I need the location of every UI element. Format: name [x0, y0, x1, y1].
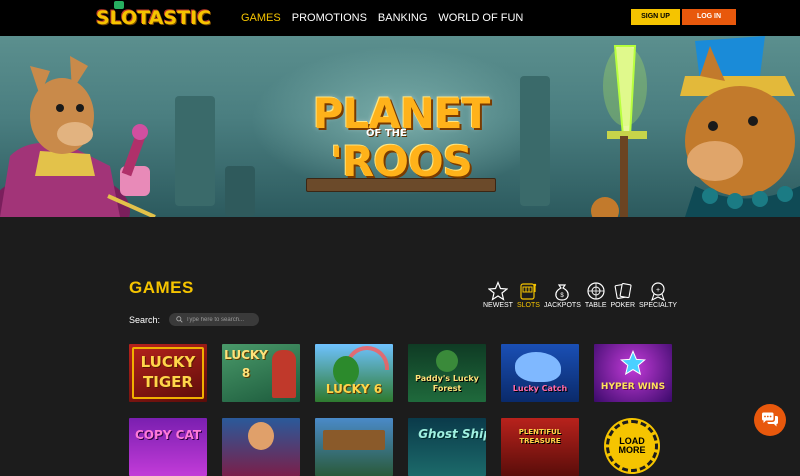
kangaroo-king-right-illustration	[591, 36, 800, 217]
site-logo[interactable]: SLOTASTIC	[96, 1, 211, 31]
tile-character	[272, 350, 296, 398]
game-tile[interactable]	[315, 418, 393, 476]
game-tile-lucky-catch[interactable]: Lucky Catch	[501, 344, 579, 402]
nav-games[interactable]: GAMES	[241, 11, 281, 25]
category-label: NEWEST	[483, 302, 513, 309]
log-in-button[interactable]: LOG IN	[682, 9, 736, 25]
money-bag-icon: $	[555, 284, 570, 301]
leprechaun-hat-icon	[114, 1, 124, 9]
chat-icon	[762, 412, 778, 427]
category-label: TABLE	[584, 302, 607, 309]
category-label: JACKPOTS	[543, 302, 581, 309]
tile-title: HYPER WINS	[600, 382, 666, 392]
tile-title: Paddy's Lucky Forest	[415, 374, 479, 393]
category-label: POKER	[610, 302, 636, 309]
category-jackpots[interactable]: $ JACKPOTS	[544, 281, 581, 310]
category-slots[interactable]: SLOTS	[517, 281, 540, 310]
slot-machine-icon	[520, 283, 537, 300]
specialty-icon: +	[651, 282, 665, 301]
tile-title: PLENTIFUL TREASURE	[518, 428, 562, 445]
game-tile-lucky-tiger[interactable]: LUCKY TIGER	[129, 344, 207, 402]
tile-title: Lucky Catch	[512, 384, 568, 393]
star-icon	[620, 350, 646, 376]
live-chat-button[interactable]	[754, 404, 786, 436]
game-tile-copy-cat[interactable]: COPY CAT	[129, 418, 207, 476]
load-more-button[interactable]: LOAD MORE	[606, 420, 658, 472]
load-more-label: LOAD MORE	[618, 436, 646, 455]
hero-ruin-pillar	[175, 96, 215, 206]
game-tile-hyper-wins[interactable]: HYPER WINS	[594, 344, 672, 402]
category-label: SLOTS	[516, 302, 540, 309]
games-heading: GAMES	[129, 278, 194, 297]
tile-scene	[323, 430, 385, 450]
sign-up-button[interactable]: SIGN UP	[631, 9, 680, 25]
game-tile-lucky-8[interactable]: LUCKY 8	[222, 344, 300, 402]
game-title-logo: PLANET OF THE 'ROOS	[296, 90, 506, 217]
game-category-filters: NEWEST SLOTS $ JACKPOTS TABLE POKER + SP…	[483, 281, 681, 310]
tile-title: COPY CAT	[134, 428, 202, 442]
hero-ruin-pillar	[520, 76, 550, 206]
roulette-icon	[587, 282, 605, 300]
search-field[interactable]	[169, 313, 259, 326]
main-nav: GAMES PROMOTIONS BANKING WORLD OF FUN	[241, 11, 523, 25]
tile-title: LUCKY TIGER	[140, 353, 196, 391]
category-poker[interactable]: POKER	[610, 281, 636, 310]
search-label: Search:	[129, 315, 161, 325]
game-tile[interactable]	[222, 418, 300, 476]
tile-title: LUCKY 6	[325, 382, 383, 396]
category-specialty[interactable]: + SPECIALTY	[639, 281, 677, 310]
tile-character	[436, 350, 458, 372]
category-table[interactable]: TABLE	[585, 281, 607, 310]
game-tile-paddys-lucky-forest[interactable]: Paddy's Lucky Forest	[408, 344, 486, 402]
category-newest[interactable]: NEWEST	[483, 281, 513, 310]
nav-promotions[interactable]: PROMOTIONS	[292, 11, 367, 25]
search-icon	[176, 316, 183, 323]
top-bar: SLOTASTIC GAMES PROMOTIONS BANKING WORLD…	[0, 0, 800, 36]
tile-character	[248, 422, 274, 450]
category-label: SPECIALTY	[639, 302, 678, 309]
game-tile-ghost-ship[interactable]: Ghost Ship	[408, 418, 486, 476]
nav-world-of-fun[interactable]: WORLD OF FUN	[438, 11, 523, 25]
tile-fish	[515, 352, 561, 382]
nav-banking[interactable]: BANKING	[378, 11, 428, 25]
title-line-3: 'ROOS	[330, 137, 473, 186]
logo-text: SLOTASTIC	[96, 7, 212, 29]
svg-text:+: +	[656, 287, 660, 294]
tile-title: Ghost Ship	[418, 427, 486, 441]
hero-ruin-pillar	[225, 166, 255, 216]
game-tile-plentiful-treasure[interactable]: PLENTIFUL TREASURE	[501, 418, 579, 476]
hero-banner[interactable]: PLANET OF THE 'ROOS	[0, 36, 800, 217]
search-input[interactable]	[186, 313, 256, 326]
star-icon	[487, 281, 508, 301]
game-tile-lucky-6[interactable]: LUCKY 6	[315, 344, 393, 402]
svg-text:$: $	[561, 293, 565, 299]
tile-title: LUCKY 8	[224, 348, 268, 380]
kangaroo-warrior-left-illustration	[0, 56, 156, 217]
cards-icon	[614, 283, 632, 299]
